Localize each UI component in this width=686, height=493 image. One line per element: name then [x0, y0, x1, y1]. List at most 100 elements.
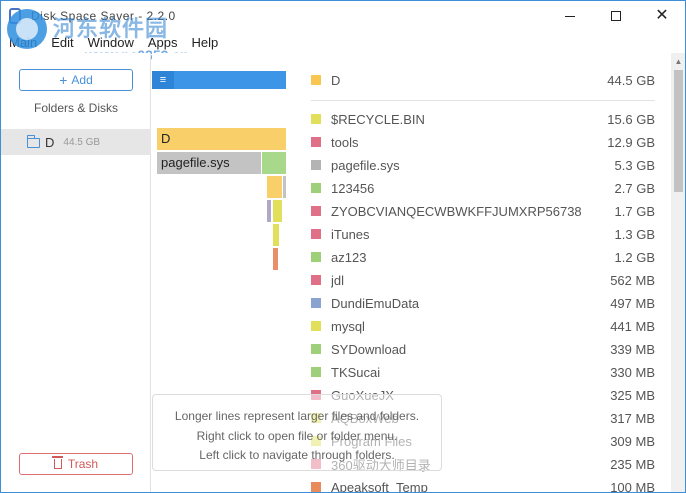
list-item[interactable]: jdl 562 MB: [311, 270, 655, 290]
list-item-name: DundiEmuData: [331, 295, 420, 311]
window-title: Disk Space Saver - 2.2.0: [31, 9, 176, 23]
scroll-thumb[interactable]: [674, 70, 683, 192]
viz-top-bar[interactable]: ≡: [152, 71, 286, 89]
list-item[interactable]: iTunes 1.3 GB: [311, 224, 655, 244]
color-swatch: [311, 137, 321, 147]
color-swatch: [311, 321, 321, 331]
viz-block[interactable]: [283, 176, 286, 198]
list-item[interactable]: mysql 441 MB: [311, 316, 655, 336]
hint-line-2: Right click to open file or folder menu.: [196, 428, 398, 443]
list-item-size: 330 MB: [610, 364, 655, 380]
list-item-size: 309 MB: [610, 433, 655, 449]
list-item-name: pagefile.sys: [331, 157, 400, 173]
list-item[interactable]: Apeaksoft_Temp 100 MB: [311, 477, 655, 493]
scroll-up-arrow-icon[interactable]: ▲: [671, 53, 685, 70]
list-item[interactable]: $RECYCLE.BIN 15.6 GB: [311, 109, 655, 129]
scrollbar[interactable]: ▲: [671, 53, 685, 492]
menu-edit[interactable]: Edit: [45, 33, 79, 53]
list-item-size: 15.6 GB: [607, 111, 655, 127]
app-icon: [9, 8, 21, 24]
list-item-size: 325 MB: [610, 387, 655, 403]
minimize-button[interactable]: [547, 1, 593, 31]
list-item-size: 1.7 GB: [614, 203, 655, 219]
color-swatch: [311, 229, 321, 239]
list-item[interactable]: ZYOBCVIANQECWBWKFFJUMXRP56738 1.7 GB: [311, 201, 655, 221]
viz-block[interactable]: [267, 200, 271, 222]
menu-bar: Main Edit Window Apps Help: [1, 33, 224, 53]
list-item-size: 2.7 GB: [614, 180, 655, 196]
close-icon: ✕: [655, 7, 669, 24]
color-swatch: [311, 344, 321, 354]
hint-box: Longer lines represent larger files and …: [152, 394, 442, 471]
color-swatch: [311, 252, 321, 262]
hint-line-3: Left click to navigate through folders.: [199, 448, 395, 462]
viz-menu-button[interactable]: ≡: [152, 71, 174, 89]
viz-block[interactable]: [273, 248, 278, 270]
list-root-size: 44.5 GB: [607, 72, 655, 88]
minimize-icon: [565, 15, 575, 17]
plus-icon: +: [59, 72, 68, 88]
list-item-name: az123: [331, 249, 367, 265]
list-divider: [311, 100, 655, 101]
menu-main[interactable]: Main: [3, 33, 43, 53]
list-root-row[interactable]: D 44.5 GB: [311, 70, 655, 90]
list-item-name: Apeaksoft_Temp: [331, 479, 428, 493]
close-button[interactable]: ✕: [639, 1, 685, 31]
viz-block[interactable]: [273, 200, 282, 222]
list-item-name: jdl: [331, 272, 345, 288]
list-item-name: iTunes: [331, 226, 370, 242]
color-swatch: [311, 482, 321, 492]
viz-block[interactable]: [262, 152, 286, 174]
viz-block-pagefile-label: pagefile.sys: [161, 155, 230, 170]
hamburger-icon: ≡: [159, 74, 167, 86]
trash-icon: [51, 456, 63, 469]
list-item[interactable]: TKSucai 330 MB: [311, 362, 655, 382]
disk-name: D: [45, 134, 55, 150]
hint-line-1: Longer lines represent larger files and …: [174, 409, 420, 423]
maximize-icon: [611, 11, 621, 21]
list-item[interactable]: pagefile.sys 5.3 GB: [311, 155, 655, 175]
color-swatch: [311, 75, 321, 85]
list-item[interactable]: az123 1.2 GB: [311, 247, 655, 267]
title-bar: Disk Space Saver - 2.2.0 ✕: [1, 1, 685, 31]
list-item-name: mysql: [331, 318, 365, 334]
sidebar-item-disk-d[interactable]: D 44.5 GB: [1, 129, 151, 155]
list-item-name: 123456: [331, 180, 375, 196]
viz-block-root[interactable]: D: [157, 128, 286, 150]
list-item-name: $RECYCLE.BIN: [331, 111, 425, 127]
add-button-label: Add: [71, 73, 93, 87]
color-swatch: [311, 114, 321, 124]
list-item-size: 441 MB: [610, 318, 655, 334]
trash-button[interactable]: Trash: [19, 453, 133, 475]
add-button[interactable]: + Add: [19, 69, 133, 91]
list-item-name: tools: [331, 134, 359, 150]
list-item-name: TKSucai: [331, 364, 381, 380]
viz-block[interactable]: [273, 224, 279, 246]
color-swatch: [311, 298, 321, 308]
viz-block[interactable]: [267, 176, 282, 198]
sidebar-heading: Folders & Disks: [33, 101, 119, 115]
folder-icon: [26, 134, 40, 148]
list-item[interactable]: SYDownload 339 MB: [311, 339, 655, 359]
list-item-size: 497 MB: [610, 295, 655, 311]
list-item[interactable]: 123456 2.7 GB: [311, 178, 655, 198]
list-item[interactable]: tools 12.9 GB: [311, 132, 655, 152]
sidebar: + Add Folders & Disks D 44.5 GB Trash: [1, 53, 151, 492]
list-item-size: 12.9 GB: [607, 134, 655, 150]
menu-window[interactable]: Window: [82, 33, 140, 53]
list-item-size: 1.2 GB: [614, 249, 655, 265]
viz-block-pagefile[interactable]: pagefile.sys: [157, 152, 261, 174]
menu-help[interactable]: Help: [185, 33, 224, 53]
list-item-size: 5.3 GB: [614, 157, 655, 173]
list-item-size: 235 MB: [610, 456, 655, 472]
list-item-name: SYDownload: [331, 341, 407, 357]
list-root-name: D: [331, 72, 341, 88]
list-item-size: 100 MB: [610, 479, 655, 493]
viz-block-root-label: D: [161, 131, 171, 146]
list-item[interactable]: DundiEmuData 497 MB: [311, 293, 655, 313]
trash-button-label: Trash: [67, 457, 99, 471]
list-item-size: 562 MB: [610, 272, 655, 288]
list-item-size: 339 MB: [610, 341, 655, 357]
menu-apps[interactable]: Apps: [142, 33, 184, 53]
maximize-button[interactable]: [593, 1, 639, 31]
